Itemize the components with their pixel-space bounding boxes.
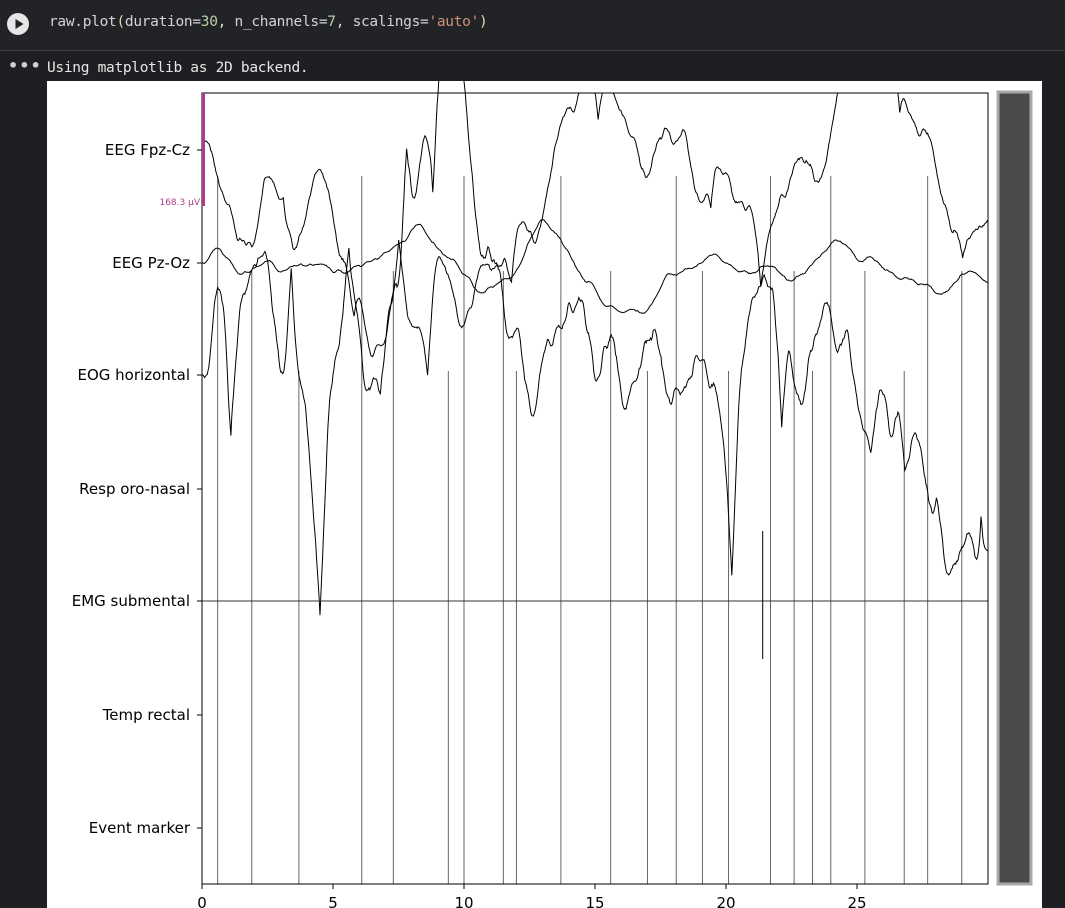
x-tick-label: 15	[585, 894, 604, 908]
channel-label[interactable]: EMG submental	[72, 592, 190, 610]
scale-bar-label: 168.3 µV	[159, 198, 200, 208]
x-tick-label: 25	[847, 894, 866, 908]
code-cell: raw.plot(duration=30, n_channels=7, scal…	[0, 0, 1065, 50]
code-func: raw.plot	[49, 14, 117, 30]
channel-label[interactable]: Temp rectal	[102, 706, 190, 724]
x-tick-label: 5	[328, 894, 338, 908]
code-comma-2: ,	[335, 14, 353, 30]
x-tick-label: 0	[197, 894, 207, 908]
code-arg2-val: 7	[327, 14, 336, 30]
code-paren-open: (	[116, 14, 125, 30]
axes-background	[202, 93, 988, 884]
x-tick-label: 10	[454, 894, 473, 908]
cell-divider	[0, 50, 1065, 51]
channel-label[interactable]: EEG Pz-Oz	[112, 254, 190, 272]
code-line[interactable]: raw.plot(duration=30, n_channels=7, scal…	[49, 14, 488, 30]
ellipsis-icon[interactable]: •••	[8, 56, 42, 75]
plot-figure: 168.3 µV EEG Fpz-Cz EEG Pz-Oz EOG horizonta…	[47, 81, 1042, 908]
code-paren-close: )	[479, 14, 488, 30]
channel-label[interactable]: Event marker	[89, 819, 191, 837]
code-arg2-key: n_channels=	[234, 14, 328, 30]
code-arg1-key: duration=	[124, 14, 201, 30]
channel-label[interactable]: Resp oro-nasal	[79, 480, 190, 498]
channel-scrollbar[interactable]	[996, 90, 1033, 886]
channel-label[interactable]: EOG horizontal	[78, 366, 191, 384]
code-arg1-val: 30	[200, 14, 218, 30]
play-icon	[15, 19, 24, 29]
code-comma-1: ,	[217, 14, 235, 30]
code-arg3-val: 'auto'	[428, 14, 480, 30]
x-tick-label: 20	[716, 894, 735, 908]
code-arg3-key: scalings=	[352, 14, 429, 30]
raw-plot-canvas[interactable]: 168.3 µV EEG Fpz-Cz EEG Pz-Oz EOG horizonta…	[47, 81, 1042, 908]
output-text: Using matplotlib as 2D backend.	[47, 60, 309, 76]
channel-label[interactable]: EEG Fpz-Cz	[105, 141, 190, 159]
run-cell-button[interactable]	[7, 13, 29, 35]
